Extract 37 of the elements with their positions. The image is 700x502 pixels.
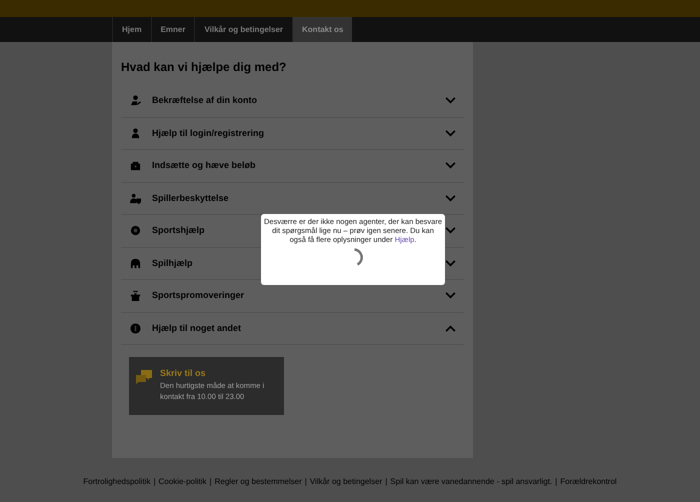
chat-bubbles-icon (136, 370, 152, 384)
person-icon (130, 128, 141, 139)
loading-spinner-icon (352, 248, 364, 266)
chevron-down-icon[interactable] (445, 292, 456, 300)
chevron-down-icon[interactable] (445, 130, 456, 137)
footer-link[interactable]: Forældrekontrol (560, 476, 617, 488)
accordion-item[interactable]: Hjælp til noget andet (152, 322, 445, 335)
page-heading: Hvad kan vi hjælpe dig med? (121, 59, 288, 76)
info-icon (130, 322, 141, 334)
chevron-down-icon[interactable] (445, 227, 456, 234)
card-title: Skriv til os (160, 367, 207, 379)
accordion-item[interactable]: Bekræftelse af din konto (152, 94, 445, 108)
footer-link[interactable]: Regler og bestemmelser (214, 476, 302, 488)
separator: | (152, 476, 157, 488)
separator: | (208, 476, 213, 488)
nav-tab[interactable]: Emner (150, 17, 194, 42)
separator: | (384, 476, 388, 488)
gift-icon (130, 290, 141, 302)
nav-tab[interactable]: Kontakt os (292, 17, 352, 42)
ball-icon (130, 225, 141, 236)
chevron-up-icon[interactable] (445, 324, 456, 332)
chevron-down-icon[interactable] (445, 260, 456, 267)
accordion-item[interactable]: Sportspromoveringer (152, 289, 445, 302)
footer-link[interactable]: Vilkår og betingelser (310, 476, 382, 488)
chevron-down-icon[interactable] (445, 97, 456, 104)
accordion-item[interactable]: Spillerbeskyttelse (152, 192, 445, 205)
footer-link[interactable]: Spil kan være vanedannende - spil ansvarligt. (390, 476, 552, 488)
chevron-down-icon[interactable] (445, 162, 456, 170)
separator: | (554, 476, 558, 488)
separator: | (304, 476, 308, 488)
footer-link[interactable]: Cookie-politik (158, 476, 207, 488)
accordion-item[interactable]: Hjælp til login/registrering (152, 126, 445, 140)
footer-link[interactable]: Fortrolighedspolitik (83, 476, 150, 488)
chevron-down-icon[interactable] (445, 194, 456, 202)
verify-icon (130, 95, 141, 106)
protect-icon (130, 192, 141, 204)
accordion-item[interactable]: Indsætte og hæve beløb (152, 159, 445, 172)
